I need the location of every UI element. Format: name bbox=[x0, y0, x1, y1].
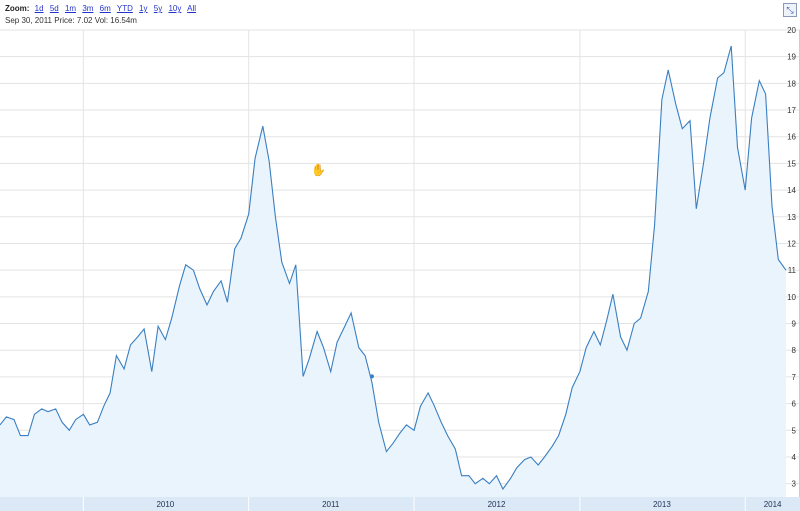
zoom-ytd-link[interactable]: YTD bbox=[117, 4, 133, 13]
y-tick-label: 16 bbox=[787, 133, 796, 142]
x-tick-label: 2011 bbox=[322, 500, 340, 509]
y-tick-label: 13 bbox=[787, 213, 796, 222]
y-tick-label: 19 bbox=[787, 53, 796, 62]
hand-cursor-icon: ✋ bbox=[311, 163, 326, 177]
price-readout: Sep 30, 2011 Price: 7.02 Vol: 16.54m bbox=[5, 16, 137, 25]
y-tick-label: 5 bbox=[792, 426, 797, 435]
zoom-1y-link[interactable]: 1y bbox=[139, 4, 147, 13]
zoom-all-link[interactable]: All bbox=[187, 4, 196, 13]
x-tick-label: 2014 bbox=[764, 500, 782, 509]
y-tick-label: 12 bbox=[787, 239, 796, 248]
zoom-1m-link[interactable]: 1m bbox=[65, 4, 76, 13]
zoom-5d-link[interactable]: 5d bbox=[50, 4, 59, 13]
y-tick-label: 7 bbox=[792, 373, 797, 382]
x-tick-label: 2013 bbox=[653, 500, 671, 509]
y-axis-labels: 34567891011121314151617181920 bbox=[787, 26, 796, 489]
zoom-label: Zoom: bbox=[5, 4, 30, 13]
x-tick-label: 2012 bbox=[488, 500, 506, 509]
zoom-5y-link[interactable]: 5y bbox=[154, 4, 162, 13]
price-area-chart[interactable]: 2010 2011 2012 2013 2014 3 4 5 6 7 8 9 10 11 12 13 14 15… bbox=[0, 0, 800, 511]
y-tick-label: 14 bbox=[787, 186, 796, 195]
zoom-10y-link[interactable]: 10y bbox=[168, 4, 181, 13]
y-tick-label: 4 bbox=[792, 453, 797, 462]
expand-icon[interactable]: ⤡ bbox=[783, 3, 797, 17]
zoom-1d-link[interactable]: 1d bbox=[35, 4, 44, 13]
zoom-controls: Zoom: 1d 5d 1m 3m 6m YTD 1y 5y 10y All bbox=[5, 4, 200, 13]
y-tick-label: 15 bbox=[787, 159, 796, 168]
selected-point-marker bbox=[369, 374, 374, 379]
zoom-6m-link[interactable]: 6m bbox=[100, 4, 111, 13]
zoom-3m-link[interactable]: 3m bbox=[82, 4, 93, 13]
price-area-fill bbox=[0, 46, 786, 497]
x-axis-band bbox=[0, 497, 800, 511]
y-tick-label: 17 bbox=[787, 106, 796, 115]
y-tick-label: 9 bbox=[792, 320, 797, 329]
y-tick-label: 11 bbox=[788, 266, 797, 275]
x-tick-label: 2010 bbox=[156, 500, 174, 509]
y-tick-label: 10 bbox=[787, 293, 796, 302]
y-tick-label: 6 bbox=[792, 400, 797, 409]
y-tick-label: 3 bbox=[792, 480, 797, 489]
y-tick-label: 8 bbox=[792, 346, 797, 355]
chart-toolbar: Zoom: 1d 5d 1m 3m 6m YTD 1y 5y 10y All S… bbox=[0, 0, 800, 30]
y-tick-label: 18 bbox=[787, 79, 796, 88]
